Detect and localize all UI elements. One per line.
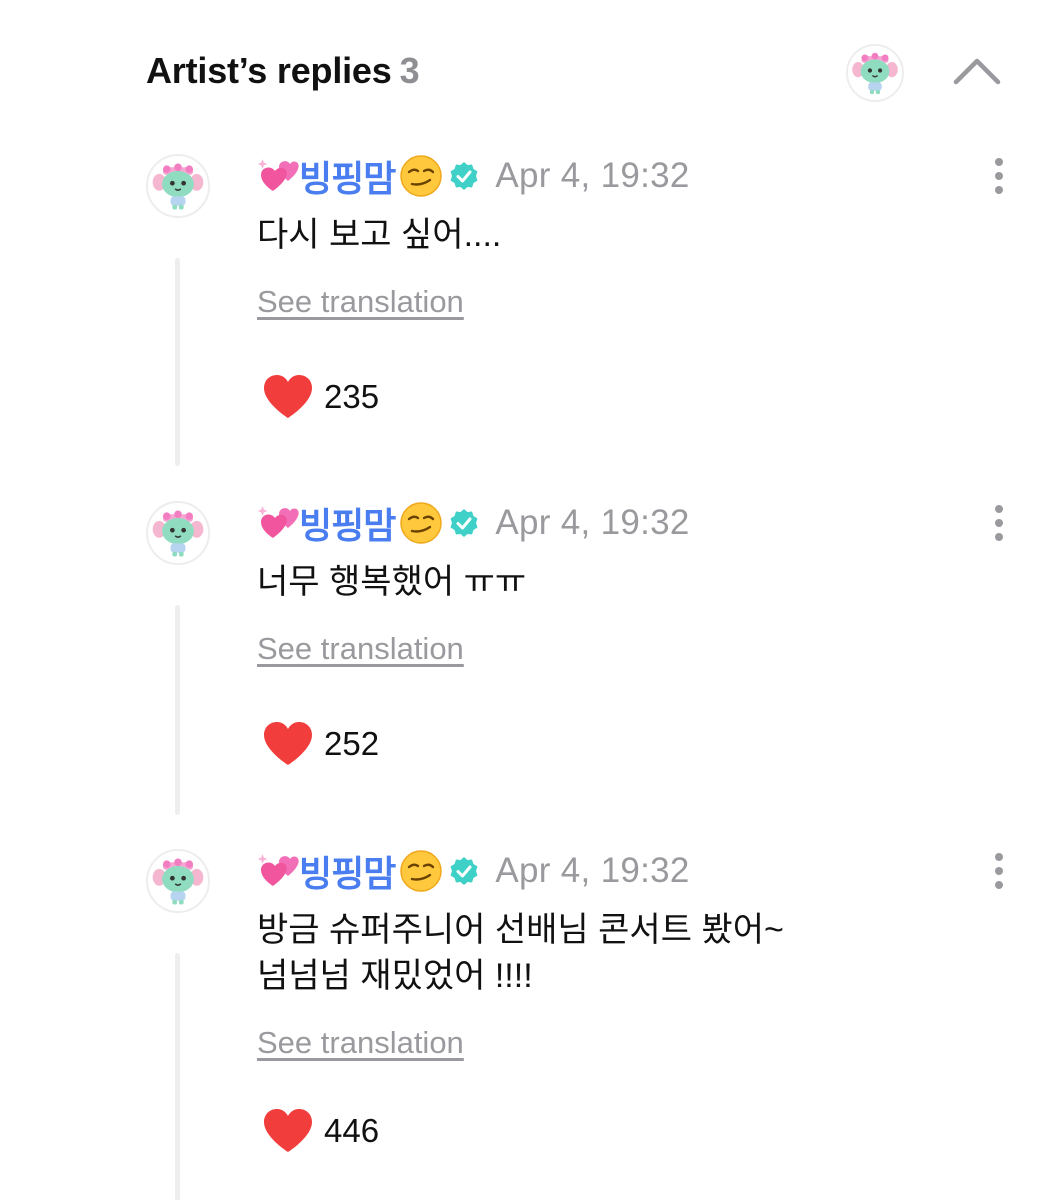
thread-line bbox=[175, 953, 180, 1200]
reply-text-line: 너무 행복했어 ㅠㅠ bbox=[257, 563, 527, 601]
reply-text-line: 넘넘넘 재밌었어 !!!! bbox=[257, 957, 533, 995]
thread-line bbox=[175, 258, 180, 466]
like-button[interactable]: 252 bbox=[262, 719, 379, 769]
reply-text-line: 다시 보고 싶어.... bbox=[257, 216, 502, 254]
username[interactable]: 빙핑맘 bbox=[299, 150, 396, 202]
character-avatar-icon bbox=[148, 851, 208, 911]
heart-icon bbox=[264, 722, 312, 765]
reply-meta: 빙핑맘 Apr 4, 19:32 bbox=[257, 850, 690, 894]
see-translation-link[interactable]: See translation bbox=[257, 631, 464, 667]
like-button[interactable]: 446 bbox=[262, 1106, 379, 1156]
section-title: Artist’s replies 3 bbox=[146, 50, 420, 92]
like-button[interactable]: 235 bbox=[262, 372, 379, 422]
chevron-up-icon[interactable] bbox=[952, 54, 1002, 86]
timestamp: Apr 4, 19:32 bbox=[495, 851, 690, 890]
reply-avatar[interactable] bbox=[146, 154, 210, 218]
verified-badge-icon bbox=[450, 162, 478, 190]
username[interactable]: 빙핑맘 bbox=[299, 497, 396, 549]
reply-meta: 빙핑맘 Apr 4, 19:32 bbox=[257, 502, 690, 546]
see-translation-link[interactable]: See translation bbox=[257, 1025, 464, 1061]
reply-text-line: 방금 슈퍼주니어 선배님 콘서트 봤어~ bbox=[257, 911, 784, 949]
more-vertical-icon[interactable] bbox=[990, 154, 1008, 198]
username[interactable]: 빙핑맘 bbox=[299, 845, 396, 897]
sparkling-hearts-emoji-icon bbox=[257, 506, 299, 538]
reply-avatar[interactable] bbox=[146, 501, 210, 565]
reply-count: 3 bbox=[399, 50, 420, 91]
more-vertical-icon[interactable] bbox=[990, 501, 1008, 545]
reply-text: 다시 보고 싶어.... bbox=[257, 212, 501, 258]
like-count: 446 bbox=[324, 1112, 380, 1149]
reply-meta: 빙핑맘 Apr 4, 19:32 bbox=[257, 155, 690, 199]
sparkling-hearts-emoji-icon bbox=[257, 159, 299, 191]
artist-avatar[interactable] bbox=[846, 44, 904, 102]
smirking-face-emoji-icon bbox=[400, 155, 443, 197]
timestamp: Apr 4, 19:32 bbox=[495, 503, 690, 542]
section-title-label: Artist’s replies bbox=[146, 50, 392, 91]
heart-icon bbox=[264, 375, 312, 418]
like-count: 252 bbox=[324, 725, 380, 762]
smirking-face-emoji-icon bbox=[400, 502, 443, 544]
verified-badge-icon bbox=[450, 857, 478, 885]
character-avatar-icon bbox=[848, 46, 902, 100]
reply-avatar[interactable] bbox=[146, 849, 210, 913]
more-vertical-icon[interactable] bbox=[990, 849, 1008, 893]
reply-text: 방금 슈퍼주니어 선배님 콘서트 봤어~ 넘넘넘 재밌었어 !!!! bbox=[257, 907, 784, 999]
artist-replies-panel: Artist’s replies 3 빙핑맘 Apr 4, 19:32 다시 보… bbox=[0, 0, 1056, 1200]
heart-icon bbox=[264, 1109, 312, 1152]
timestamp: Apr 4, 19:32 bbox=[495, 156, 690, 195]
reply-text: 너무 행복했어 ㅠㅠ bbox=[257, 559, 526, 605]
sparkling-hearts-emoji-icon bbox=[257, 854, 299, 886]
character-avatar-icon bbox=[148, 503, 208, 563]
thread-line bbox=[175, 605, 180, 815]
see-translation-link[interactable]: See translation bbox=[257, 284, 464, 320]
smirking-face-emoji-icon bbox=[400, 850, 443, 892]
verified-badge-icon bbox=[450, 509, 478, 537]
like-count: 235 bbox=[324, 378, 380, 415]
character-avatar-icon bbox=[148, 156, 208, 216]
